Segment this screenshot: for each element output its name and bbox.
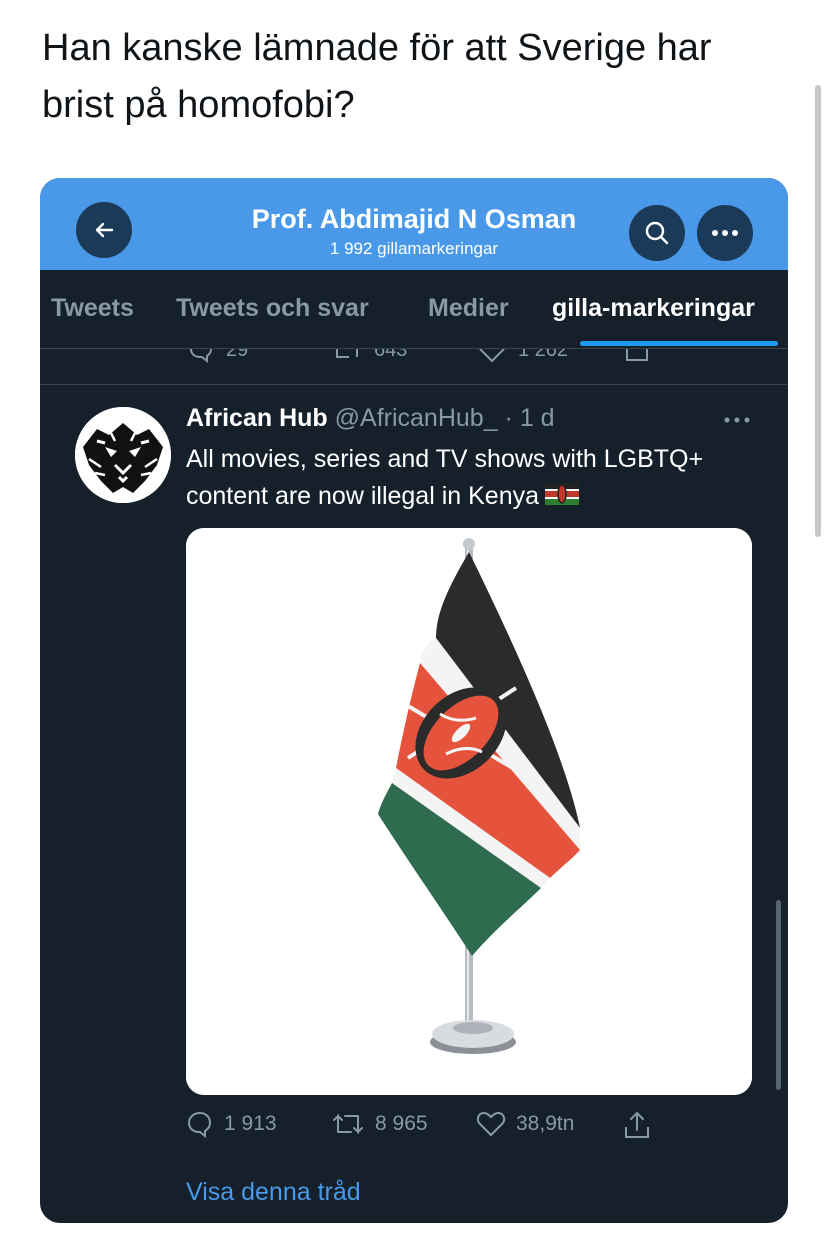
kenya-table-flag-image <box>186 528 752 1095</box>
kenya-flag-emoji <box>545 479 580 516</box>
prev-like-count: 1 262 <box>518 349 569 361</box>
tiger-logo-icon <box>75 407 171 503</box>
tab-tweets[interactable]: Tweets <box>51 294 134 323</box>
heart-icon <box>479 349 505 363</box>
author-avatar[interactable] <box>75 407 171 503</box>
prev-reply-action[interactable]: 29 <box>188 349 248 363</box>
reply-icon <box>189 349 213 363</box>
author-handle[interactable]: @AfricanHub_ <box>335 404 498 432</box>
like-action[interactable]: 38,9tn <box>476 1110 574 1138</box>
profile-header: Prof. Abdimajid N Osman 1 992 gillamarke… <box>40 178 788 270</box>
retweet-count: 8 965 <box>375 1112 428 1135</box>
author-name[interactable]: African Hub <box>186 404 328 432</box>
tab-likes[interactable]: gilla-markeringar <box>552 294 755 323</box>
tab-media[interactable]: Medier <box>428 294 509 323</box>
active-tab-indicator <box>580 341 778 346</box>
screenshot-card: Prof. Abdimajid N Osman 1 992 gillamarke… <box>40 178 788 1223</box>
prev-like-action[interactable]: 1 262 <box>478 349 568 363</box>
timeline-scrollbar[interactable] <box>776 900 781 1090</box>
show-thread-link[interactable]: Visa denna tråd <box>186 1178 361 1207</box>
more-horizontal-icon <box>724 417 750 423</box>
tweet-more-button[interactable] <box>724 404 750 430</box>
prev-retweet-count: 643 <box>374 349 408 361</box>
post-caption: Han kanske lämnade för att Sverige har b… <box>42 27 712 126</box>
reply-count: 1 913 <box>224 1112 277 1135</box>
retweet-action[interactable]: 8 965 <box>331 1110 428 1138</box>
prev-share-action[interactable] <box>624 349 650 363</box>
like-count: 38,9tn <box>516 1112 575 1135</box>
tab-tweets-and-replies[interactable]: Tweets och svar <box>176 294 369 323</box>
tweet-text: All movies, series and TV shows with LGB… <box>186 441 756 516</box>
reply-icon <box>187 1111 212 1138</box>
tweet-media-image[interactable] <box>186 528 752 1095</box>
search-icon <box>645 221 669 245</box>
search-button[interactable] <box>629 205 685 261</box>
tweet-body: All movies, series and TV shows with LGB… <box>186 445 704 510</box>
retweet-icon <box>333 1113 363 1135</box>
share-icon <box>626 349 648 361</box>
share-icon <box>625 1112 649 1138</box>
reply-action[interactable]: 1 913 <box>186 1110 277 1138</box>
more-button[interactable] <box>697 205 753 261</box>
more-icon <box>712 230 738 236</box>
retweet-icon <box>336 349 358 358</box>
tweet-actions: 1 913 8 965 38,9tn <box>186 1108 746 1144</box>
tweet-time: · 1 d <box>504 404 555 432</box>
prev-retweet-action[interactable]: 643 <box>332 349 407 363</box>
previous-tweet-actions: 29 643 1 262 <box>40 349 788 385</box>
share-action[interactable] <box>623 1110 651 1140</box>
tweet-header: African Hub @AfricanHub_ · 1 d <box>186 404 555 433</box>
page-scrollbar[interactable] <box>815 85 821 537</box>
prev-reply-count: 29 <box>226 349 249 361</box>
profile-tabs: Tweets Tweets och svar Medier gilla-mark… <box>40 270 788 349</box>
heart-icon <box>476 1111 506 1137</box>
